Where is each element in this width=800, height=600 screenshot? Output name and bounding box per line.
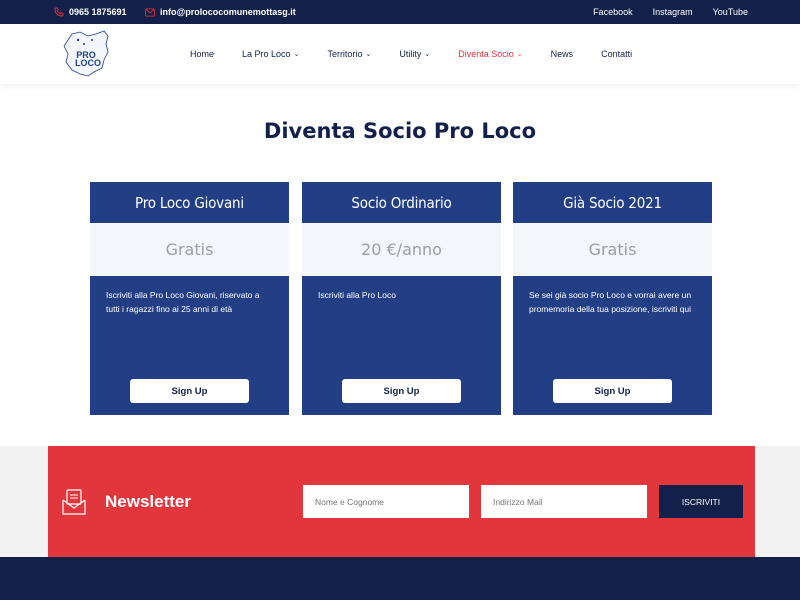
nav-item-news[interactable]: News [551, 49, 574, 59]
card-title: Socio Ordinario [302, 182, 501, 223]
nav-item-contatti[interactable]: Contatti [601, 49, 632, 59]
top-bar: 0965 1875691 info@prolococomunemottasg.i… [0, 0, 800, 24]
chevron-down-icon: ⌄ [424, 51, 431, 58]
nav-item-diventa-socio[interactable]: Diventa Socio ⌄ [458, 49, 522, 59]
email-input[interactable] [481, 485, 647, 518]
main-nav: Home La Pro Loco ⌄ Territorio ⌄ Utility … [190, 24, 632, 84]
card-title: Già Socio 2021 [513, 182, 712, 223]
email-address: info@prolococomunemottasg.it [160, 7, 296, 17]
chevron-down-icon: ⌄ [516, 51, 523, 58]
social-links: Facebook Instagram YouTube [593, 0, 748, 24]
membership-card-giovani: Pro Loco Giovani Gratis Iscriviti alla P… [90, 182, 289, 415]
card-title: Pro Loco Giovani [90, 182, 289, 223]
site-header: PRO LOCO Home La Pro Loco ⌄ Territorio ⌄… [0, 24, 800, 84]
site-logo[interactable]: PRO LOCO [58, 28, 114, 80]
membership-card-gia-socio: Già Socio 2021 Gratis Se sei già socio P… [513, 182, 712, 415]
site-footer [0, 557, 800, 600]
nav-label: Utility [399, 49, 422, 59]
card-description: Iscriviti alla Pro Loco Giovani, riserva… [106, 290, 260, 314]
newsletter-icon [62, 488, 86, 516]
page-title: Diventa Socio Pro Loco [263, 119, 537, 143]
phone-icon [54, 7, 64, 17]
card-price: Gratis [513, 223, 712, 276]
email-contact[interactable]: info@prolococomunemottasg.it [145, 0, 296, 24]
subscribe-button[interactable]: ISCRIVITI [659, 485, 743, 518]
youtube-link[interactable]: YouTube [713, 7, 748, 17]
nav-label: Territorio [327, 49, 363, 59]
nav-item-home[interactable]: Home [190, 49, 214, 59]
chevron-down-icon: ⌄ [365, 51, 372, 58]
card-description: Iscriviti alla Pro Loco [318, 290, 396, 300]
nav-label: News [550, 49, 574, 59]
sign-up-button[interactable]: Sign Up [553, 379, 672, 403]
chevron-down-icon: ⌄ [293, 51, 300, 58]
membership-card-ordinario: Socio Ordinario 20 €/anno Iscriviti alla… [302, 182, 501, 415]
nav-item-territorio[interactable]: Territorio ⌄ [327, 49, 371, 59]
facebook-link[interactable]: Facebook [593, 7, 633, 17]
sign-up-button[interactable]: Sign Up [130, 379, 249, 403]
sign-up-button[interactable]: Sign Up [342, 379, 461, 403]
envelope-icon [145, 7, 155, 17]
nav-label: Diventa Socio [458, 49, 514, 59]
newsletter-title: Newsletter [105, 492, 191, 511]
nav-label: Contatti [601, 49, 633, 59]
card-price: 20 €/anno [302, 223, 501, 276]
card-description: Se sei già socio Pro Loco e vorrai avere… [529, 290, 692, 314]
card-price: Gratis [90, 223, 289, 276]
phone-number: 0965 1875691 [69, 7, 127, 17]
nav-item-utility[interactable]: Utility ⌄ [399, 49, 430, 59]
nav-item-la-pro-loco[interactable]: La Pro Loco ⌄ [242, 49, 299, 59]
svg-text:LOCO: LOCO [75, 58, 101, 68]
nav-label: Home [190, 49, 215, 59]
name-input[interactable] [303, 485, 469, 518]
phone-contact[interactable]: 0965 1875691 [54, 0, 127, 24]
nav-label: La Pro Loco [242, 49, 291, 59]
newsletter-section: Newsletter ISCRIVITI [48, 446, 755, 557]
instagram-link[interactable]: Instagram [653, 7, 693, 17]
